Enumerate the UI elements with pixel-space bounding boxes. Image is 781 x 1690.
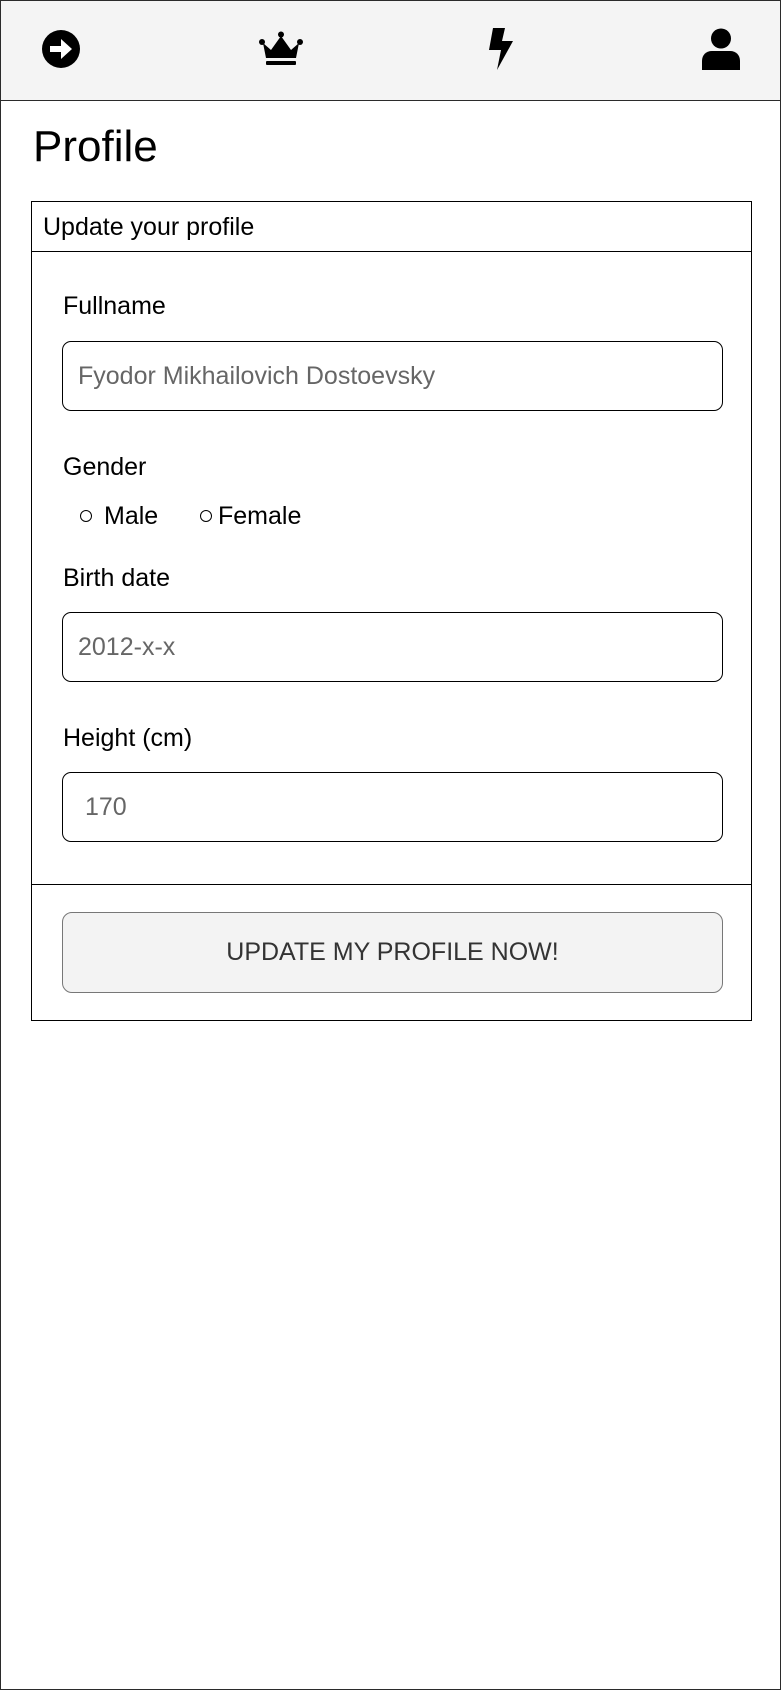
gender-option-male[interactable]: Male xyxy=(80,499,158,533)
height-input[interactable] xyxy=(62,772,723,842)
radio-label-male: Male xyxy=(104,502,159,530)
radio-button-male[interactable] xyxy=(80,510,92,522)
card-header: Update your profile xyxy=(32,202,751,252)
birth-date-input[interactable] xyxy=(62,612,723,682)
height-label: Height (cm) xyxy=(63,724,193,752)
profile-form-card: Update your profile Fullname Gender Male… xyxy=(31,201,752,1021)
radio-label-female: Female xyxy=(218,502,302,530)
fullname-label: Fullname xyxy=(63,292,166,320)
gender-option-female[interactable]: Female xyxy=(200,499,301,533)
card-footer: UPDATE MY PROFILE NOW! xyxy=(32,884,751,1020)
arrow-circle-right-icon[interactable] xyxy=(39,27,83,71)
bolt-icon[interactable] xyxy=(479,27,523,71)
radio-button-female[interactable] xyxy=(200,510,212,522)
card-header-title: Update your profile xyxy=(43,213,255,241)
fullname-input[interactable] xyxy=(62,341,723,411)
gender-label: Gender xyxy=(63,453,147,481)
page-title: Profile xyxy=(33,122,158,171)
top-nav-bar xyxy=(1,1,780,101)
user-icon[interactable] xyxy=(699,27,743,71)
crown-icon[interactable] xyxy=(259,27,303,71)
app-frame: Profile Update your profile Fullname Gen… xyxy=(0,0,781,1690)
update-profile-button[interactable]: UPDATE MY PROFILE NOW! xyxy=(62,912,723,993)
birth-date-label: Birth date xyxy=(63,564,171,592)
